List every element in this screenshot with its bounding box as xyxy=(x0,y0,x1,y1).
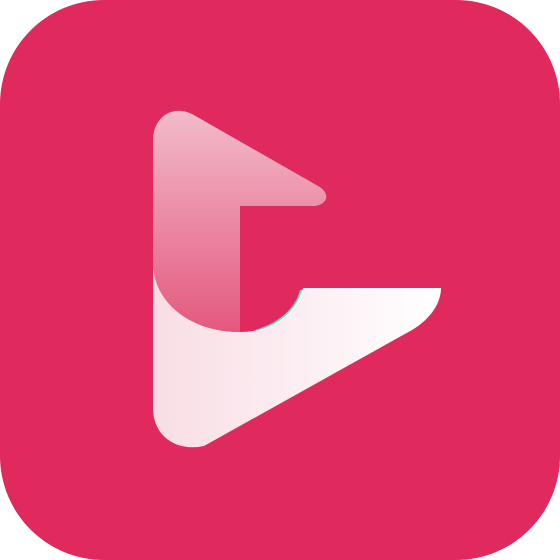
icon-background xyxy=(0,0,560,560)
app-icon[interactable] xyxy=(0,0,560,560)
app-icon-graphic xyxy=(0,0,560,560)
